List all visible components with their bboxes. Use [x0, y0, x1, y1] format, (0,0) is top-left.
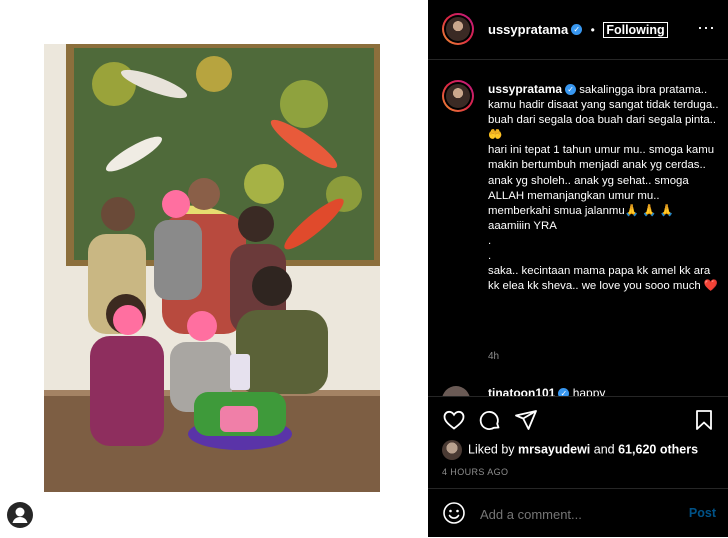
post-caption: ussypratama ✓ sakalingga ibra pratama.. k…: [488, 82, 720, 294]
comment-bubble-icon[interactable]: [478, 408, 502, 432]
likes-prefix: Liked by: [468, 442, 519, 457]
caption-username[interactable]: ussypratama: [488, 82, 562, 96]
caption-line: hari ini tepat 1 tahun umur mu.. smoga k…: [488, 144, 718, 217]
caption-line: saka.. kecintaan mama papa kk amel kk ar…: [488, 265, 719, 293]
post-photo-illustration: [44, 44, 380, 492]
next-comment: tinatoon101 ✓ happy: [442, 386, 722, 396]
like-heart-icon[interactable]: [442, 408, 466, 432]
share-send-icon[interactable]: [514, 408, 538, 432]
person-icon: [12, 507, 28, 523]
liker-username[interactable]: mrsayudewi: [518, 442, 590, 456]
likes-summary: Liked by mrsayudewi and 61,620 others: [442, 440, 698, 460]
caption-time: 4h: [488, 351, 500, 362]
more-options-icon[interactable]: ⋯: [697, 18, 716, 39]
post-photo[interactable]: [44, 44, 380, 492]
photo-panel: [0, 0, 428, 537]
commenter-username[interactable]: tinatoon101: [488, 386, 555, 396]
verified-badge-icon: ✓: [558, 388, 570, 396]
caption-line: .: [488, 234, 492, 247]
comment-text: happy: [572, 386, 606, 396]
author-avatar[interactable]: [442, 13, 474, 45]
verified-badge-icon: ✓: [565, 84, 577, 96]
caption-line: .: [488, 250, 492, 263]
likes-count[interactable]: 61,620 others: [618, 442, 698, 456]
comment-input[interactable]: [478, 503, 672, 525]
caption-author-avatar[interactable]: [442, 80, 474, 112]
commenter-avatar[interactable]: [442, 386, 470, 396]
post-timestamp[interactable]: 4 HOURS AGO: [442, 467, 508, 477]
post-comment-button[interactable]: Post: [689, 506, 716, 520]
likes-middle: and: [590, 442, 619, 457]
following-button[interactable]: Following: [603, 22, 668, 38]
caption-line: aaamiiin YRA: [488, 219, 557, 232]
verified-badge-icon: ✓: [571, 24, 583, 36]
liker-avatar[interactable]: [442, 440, 462, 460]
action-bar: [428, 396, 728, 443]
account-avatar-button[interactable]: [7, 502, 33, 528]
comment-form: Post: [428, 488, 728, 538]
post-sidebar: ussypratama ✓ • Following ⋯ ussypratama ✓ …: [428, 0, 728, 537]
emoji-icon[interactable]: [442, 501, 466, 525]
header-separator: •: [590, 23, 595, 37]
save-bookmark-icon[interactable]: [692, 408, 716, 432]
author-username[interactable]: ussypratama: [488, 22, 568, 37]
post-header: ussypratama ✓ • Following ⋯: [428, 0, 728, 60]
